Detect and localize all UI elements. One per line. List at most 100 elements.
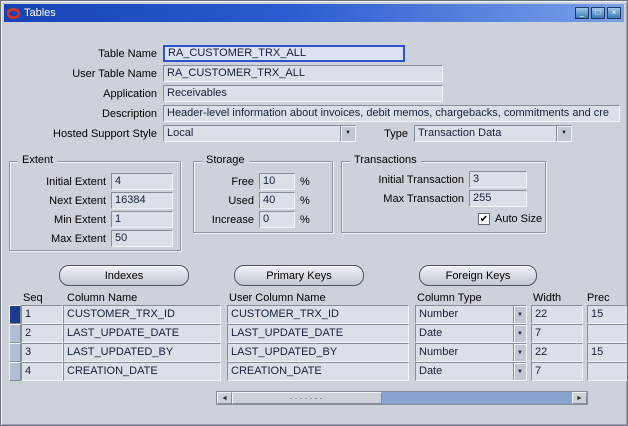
next-extent-field[interactable]: 16384	[111, 192, 173, 209]
user-table-name-field[interactable]: RA_CUSTOMER_TRX_ALL	[163, 65, 443, 82]
initial-transaction-field[interactable]: 3	[469, 171, 527, 188]
col-header-width: Width	[533, 292, 562, 304]
auto-size-label: Auto Size	[495, 212, 543, 225]
col-header-column-type: Column Type	[417, 292, 482, 304]
width-cell[interactable]: 22	[531, 343, 583, 362]
column-name-cell[interactable]: CREATION_DATE	[63, 362, 221, 381]
column-type-value: Date	[419, 327, 443, 339]
user-table-name-label: User Table Name	[72, 67, 157, 80]
hosted-support-style-label: Hosted Support Style	[53, 127, 157, 140]
record-selector[interactable]	[9, 324, 21, 343]
seq-cell[interactable]: 3	[21, 343, 63, 362]
scroll-left-icon[interactable]: ◄	[217, 392, 232, 404]
width-cell[interactable]: 7	[531, 324, 583, 343]
hosted-support-style-select[interactable]: Local ▼	[163, 125, 356, 142]
record-selector[interactable]	[9, 343, 21, 362]
user-column-name-cell[interactable]: LAST_UPDATED_BY	[227, 343, 409, 362]
user-column-name-cell[interactable]: CUSTOMER_TRX_ID	[227, 305, 409, 324]
column-name-cell[interactable]: CUSTOMER_TRX_ID	[63, 305, 221, 324]
used-row: Used 40 %	[198, 192, 328, 209]
seq-cell[interactable]: 2	[21, 324, 63, 343]
scrollbar-track[interactable]	[382, 392, 572, 404]
user-column-name-cell[interactable]: LAST_UPDATE_DATE	[227, 324, 409, 343]
used-field[interactable]: 40	[259, 192, 295, 209]
close-button[interactable]: ×	[607, 7, 621, 19]
table-row: 3 LAST_UPDATED_BY LAST_UPDATED_BY Number…	[9, 343, 627, 362]
user-column-name-cell[interactable]: CREATION_DATE	[227, 362, 409, 381]
horizontal-scrollbar[interactable]: ◄ ······· ►	[216, 391, 588, 405]
max-transaction-row: Max Transaction 255	[346, 190, 541, 207]
prec-cell[interactable]: 15	[587, 305, 627, 324]
description-field[interactable]: Header-level information about invoices,…	[163, 105, 620, 122]
indexes-button[interactable]: Indexes	[59, 265, 189, 286]
storage-group: Storage Free 10 % Used 40 % Increase 0 %	[193, 154, 333, 233]
seq-cell[interactable]: 1	[21, 305, 63, 324]
chevron-down-icon[interactable]: ▼	[513, 344, 526, 361]
table-name-field[interactable]: RA_CUSTOMER_TRX_ALL	[163, 45, 405, 62]
max-extent-field[interactable]: 50	[111, 230, 173, 247]
primary-keys-button[interactable]: Primary Keys	[234, 265, 364, 286]
free-row: Free 10 %	[198, 173, 328, 190]
column-type-value: Date	[419, 365, 443, 377]
oracle-logo-icon	[7, 7, 20, 19]
foreign-keys-button[interactable]: Foreign Keys	[419, 265, 537, 286]
scroll-right-icon[interactable]: ►	[572, 392, 587, 404]
prec-cell[interactable]	[587, 324, 627, 343]
col-header-column-name: Column Name	[67, 292, 138, 304]
minimize-button[interactable]: _	[575, 7, 589, 19]
min-extent-row: Min Extent 1	[14, 211, 176, 228]
column-type-select[interactable]: Date ▼	[415, 362, 527, 381]
scrollbar-thumb[interactable]: ·······	[232, 392, 382, 404]
free-field[interactable]: 10	[259, 173, 295, 190]
min-extent-field[interactable]: 1	[111, 211, 173, 228]
initial-extent-row: Initial Extent 4	[14, 173, 176, 190]
max-transaction-field[interactable]: 255	[469, 190, 527, 207]
application-field[interactable]: Receivables	[163, 85, 443, 102]
max-extent-label: Max Extent	[50, 232, 106, 245]
chevron-down-icon[interactable]: ▼	[513, 325, 526, 342]
max-transaction-label: Max Transaction	[383, 192, 464, 205]
table-row: 4 CREATION_DATE CREATION_DATE Date ▼ 7	[9, 362, 627, 381]
chevron-down-icon[interactable]: ▼	[340, 126, 355, 141]
column-type-select[interactable]: Number ▼	[415, 305, 527, 324]
record-selector[interactable]	[9, 362, 21, 381]
record-selector[interactable]	[9, 305, 21, 324]
user-table-name-row: User Table Name RA_CUSTOMER_TRX_ALL	[9, 65, 623, 82]
prec-cell[interactable]: 15	[587, 343, 627, 362]
application-label: Application	[103, 87, 157, 100]
initial-transaction-row: Initial Transaction 3	[346, 171, 541, 188]
max-extent-row: Max Extent 50	[14, 230, 176, 247]
auto-size-checkbox[interactable]: ✔	[478, 212, 490, 225]
window-controls: _ □ ×	[575, 7, 621, 19]
type-select[interactable]: Transaction Data ▼	[414, 125, 572, 142]
transactions-group: Transactions Initial Transaction 3 Max T…	[341, 154, 546, 233]
used-label: Used	[228, 194, 254, 207]
hosted-support-style-value: Local	[167, 127, 194, 139]
free-label: Free	[231, 175, 254, 188]
next-extent-label: Next Extent	[49, 194, 106, 207]
description-label: Description	[101, 107, 157, 120]
type-label: Type	[384, 127, 408, 140]
seq-cell[interactable]: 4	[21, 362, 63, 381]
column-type-select[interactable]: Number ▼	[415, 343, 527, 362]
table-row: 2 LAST_UPDATE_DATE LAST_UPDATE_DATE Date…	[9, 324, 627, 343]
col-header-prec: Prec	[587, 292, 610, 304]
prec-cell[interactable]	[587, 362, 627, 381]
storage-legend: Storage	[202, 154, 249, 166]
width-cell[interactable]: 7	[531, 362, 583, 381]
title-bar[interactable]: Tables _ □ ×	[4, 4, 624, 22]
increase-percent-sign: %	[300, 213, 310, 226]
column-type-value: Number	[419, 346, 459, 358]
maximize-button[interactable]: □	[591, 7, 605, 19]
column-name-cell[interactable]: LAST_UPDATE_DATE	[63, 324, 221, 343]
increase-field[interactable]: 0	[259, 211, 295, 228]
chevron-down-icon[interactable]: ▼	[513, 306, 526, 323]
width-cell[interactable]: 22	[531, 305, 583, 324]
chevron-down-icon[interactable]: ▼	[556, 126, 571, 141]
chevron-down-icon[interactable]: ▼	[513, 363, 526, 380]
extent-legend: Extent	[18, 154, 58, 166]
initial-extent-field[interactable]: 4	[111, 173, 173, 190]
column-name-cell[interactable]: LAST_UPDATED_BY	[63, 343, 221, 362]
increase-label: Increase	[211, 213, 254, 226]
column-type-select[interactable]: Date ▼	[415, 324, 527, 343]
